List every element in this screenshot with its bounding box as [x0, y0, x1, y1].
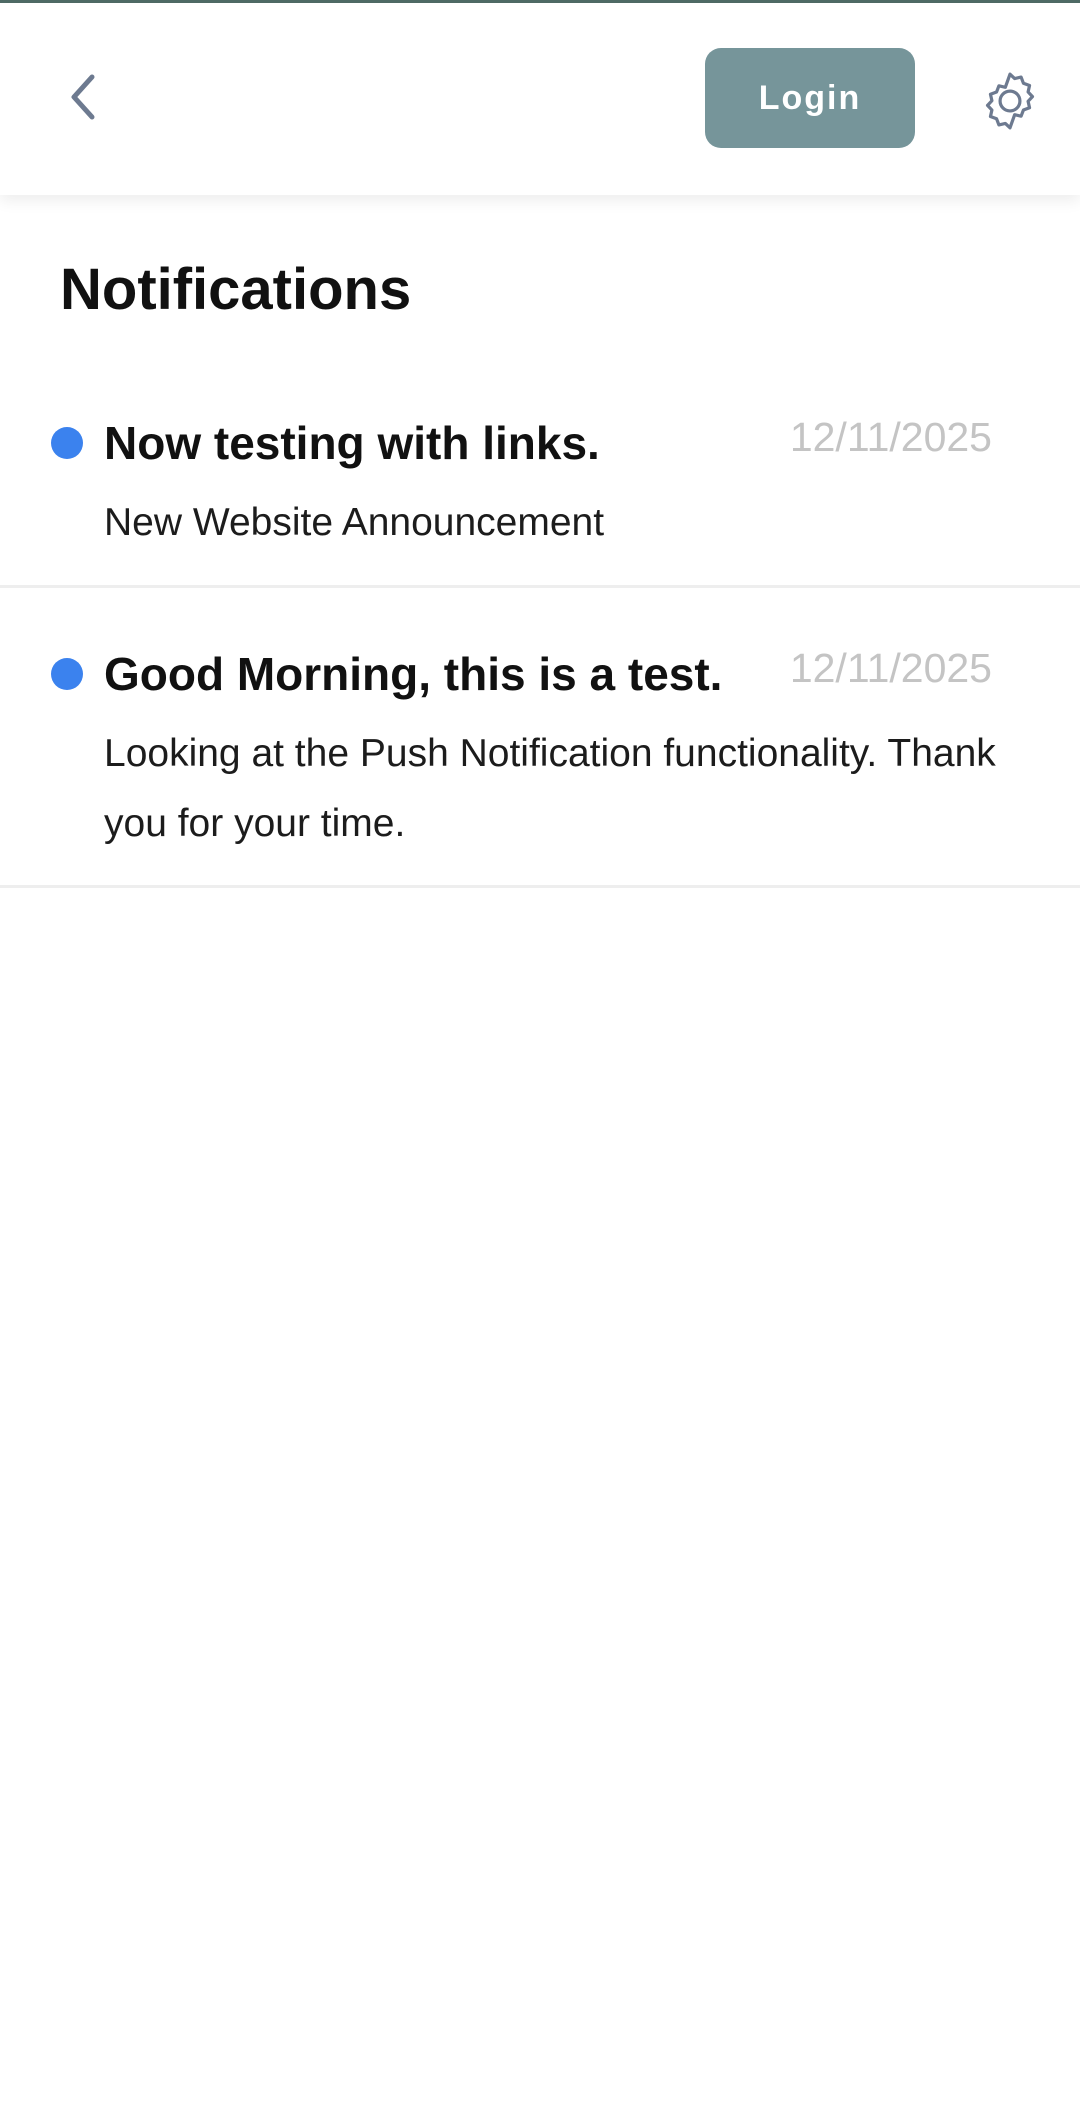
chevron-left-icon: [62, 67, 102, 132]
unread-dot-icon: [51, 427, 83, 459]
notification-title: Good Morning, this is a test.: [104, 648, 723, 700]
notification-date: 12/11/2025: [789, 414, 992, 460]
settings-button[interactable]: [970, 63, 1050, 143]
notification-body: Looking at the Push Notification functio…: [104, 732, 996, 845]
notification-body: New Website Announcement: [104, 501, 605, 544]
notification-item[interactable]: Now testing with links. 12/11/2025 New W…: [0, 385, 1080, 588]
notification-title: Now testing with links.: [104, 417, 600, 469]
notification-date: 12/11/2025: [789, 645, 992, 691]
gear-icon: [975, 66, 1045, 141]
page-title: Notifications: [60, 257, 412, 322]
login-button[interactable]: Login: [705, 48, 915, 148]
back-button[interactable]: [50, 63, 114, 135]
notification-list: Now testing with links. 12/11/2025 New W…: [0, 385, 1080, 888]
app-header: Login: [0, 3, 1080, 195]
notification-item[interactable]: Good Morning, this is a test. 12/11/2025…: [0, 588, 1080, 888]
unread-dot-icon: [51, 658, 83, 690]
notifications-screen: Login Notifications Now testing with lin…: [0, 0, 1080, 2107]
